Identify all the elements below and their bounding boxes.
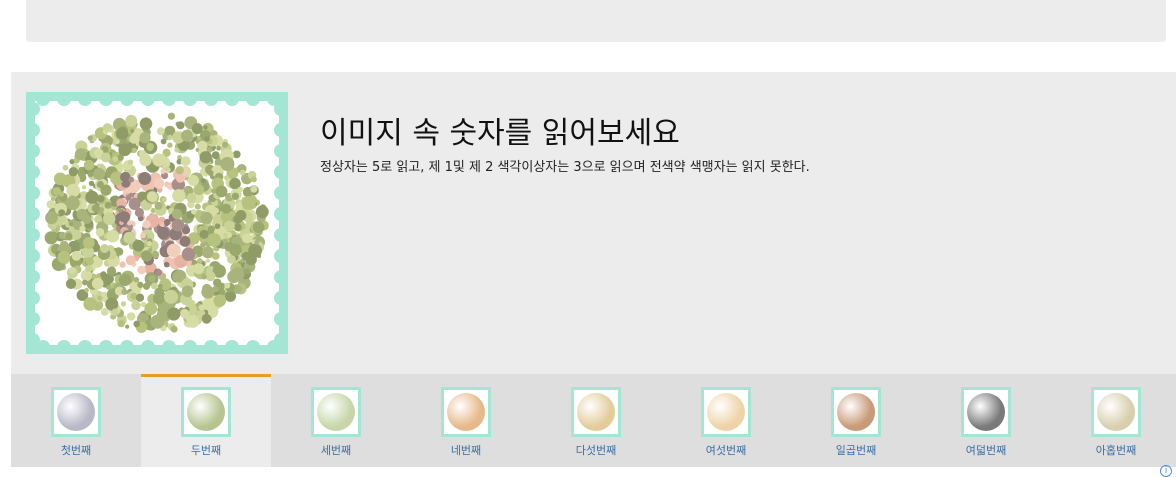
plate-dots	[35, 101, 279, 345]
tab-plate-4[interactable]: 네번째	[401, 374, 531, 467]
thumbnail-icon	[831, 387, 881, 437]
tab-label: 일곱번째	[835, 444, 877, 457]
tab-plate-2[interactable]: 두번째	[141, 374, 271, 467]
tab-plate-7[interactable]: 일곱번째	[791, 374, 921, 467]
tab-label: 세번째	[320, 444, 352, 457]
thumbnail-icon	[441, 387, 491, 437]
thumbnail-icon	[1091, 387, 1141, 437]
tab-label: 다섯번째	[575, 444, 617, 457]
thumbnail-icon	[571, 387, 621, 437]
tab-label: 두번째	[190, 444, 222, 457]
thumbnail-icon	[311, 387, 361, 437]
tab-plate-6[interactable]: 여섯번째	[661, 374, 791, 467]
tab-label: 첫번째	[60, 444, 92, 457]
info-icon[interactable]: i	[1160, 465, 1172, 477]
tab-label: 아홉번째	[1095, 444, 1137, 457]
ishihara-plate-image	[26, 92, 288, 354]
plate-tab-strip: 첫번째 두번째 세번째 네번째 다섯번째 여섯번째 일곱번째 여덟번째 아홉번째	[11, 374, 1176, 467]
tab-label: 여덟번째	[965, 444, 1007, 457]
page-title: 이미지 속 숫자를 읽어보세요	[320, 116, 680, 151]
tab-plate-5[interactable]: 다섯번째	[531, 374, 661, 467]
tab-label: 여섯번째	[705, 444, 747, 457]
thumbnail-icon	[181, 387, 231, 437]
tab-label: 네번째	[450, 444, 482, 457]
tab-plate-8[interactable]: 여덟번째	[921, 374, 1051, 467]
main-panel: 이미지 속 숫자를 읽어보세요 정상자는 5로 읽고, 제 1및 제 2 색각이…	[11, 72, 1176, 374]
thumbnail-icon	[701, 387, 751, 437]
top-panel	[26, 0, 1166, 42]
plate-description: 정상자는 5로 읽고, 제 1및 제 2 색각이상자는 3으로 읽으며 전색약 …	[320, 160, 810, 175]
tab-plate-3[interactable]: 세번째	[271, 374, 401, 467]
tab-plate-1[interactable]: 첫번째	[11, 374, 141, 467]
thumbnail-icon	[961, 387, 1011, 437]
thumbnail-icon	[51, 387, 101, 437]
tab-plate-9[interactable]: 아홉번째	[1051, 374, 1176, 467]
